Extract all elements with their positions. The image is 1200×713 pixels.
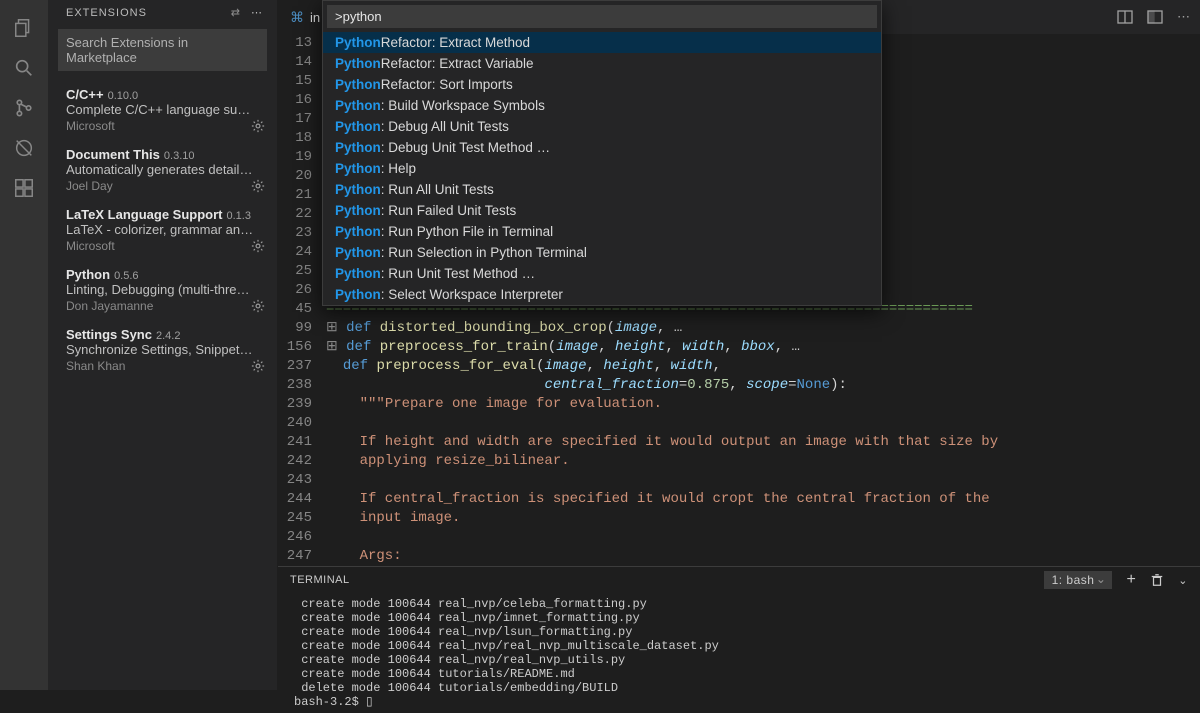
ext-publisher: Microsoft: [66, 239, 265, 253]
sidebar: EXTENSIONS ⇄ ⋯ Search Extensions in Mark…: [48, 0, 278, 690]
extension-item[interactable]: Document This 0.3.10Automatically generat…: [48, 141, 277, 201]
ext-publisher: Shan Khan: [66, 359, 265, 373]
command-palette-item[interactable]: Python: Run Failed Unit Tests: [323, 200, 881, 221]
tab-split-h-icon[interactable]: [1117, 9, 1133, 25]
ext-publisher: Don Jayamanne: [66, 299, 265, 313]
ext-version: 0.10.0: [108, 90, 139, 102]
tab-split-rect-icon[interactable]: [1147, 9, 1163, 25]
command-palette-item[interactable]: Python: Run Unit Test Method …: [323, 263, 881, 284]
ext-version: 0.3.10: [164, 150, 195, 162]
extension-item[interactable]: C/C++ 0.10.0Complete C/C++ language suppo…: [48, 81, 277, 141]
gear-icon[interactable]: [251, 179, 265, 193]
gear-icon[interactable]: [251, 299, 265, 313]
ext-description: Linting, Debugging (multi-thread…: [66, 282, 256, 297]
extensions-list: C/C++ 0.10.0Complete C/C++ language suppo…: [48, 81, 277, 690]
command-palette-list: Python Refactor: Extract MethodPython Re…: [323, 32, 881, 305]
sidebar-title: EXTENSIONS: [66, 7, 147, 19]
command-palette-input[interactable]: >python: [327, 5, 877, 28]
extension-item[interactable]: Python 0.5.6Linting, Debugging (multi-thr…: [48, 261, 277, 321]
terminal-header: TERMINAL 1: bash + ⌄: [278, 567, 1200, 593]
gear-icon[interactable]: [251, 359, 265, 373]
ext-name: C/C++: [66, 87, 104, 102]
command-palette-item[interactable]: Python: Run All Unit Tests: [323, 179, 881, 200]
terminal-body[interactable]: create mode 100644 real_nvp/celeba_forma…: [278, 593, 1200, 713]
editor-main: ⌘ in ⋯ >python Python Refactor: Extract …: [278, 0, 1200, 690]
ext-version: 2.4.2: [156, 330, 180, 342]
command-palette: >python Python Refactor: Extract MethodP…: [322, 0, 882, 306]
command-palette-item[interactable]: Python: Debug All Unit Tests: [323, 116, 881, 137]
command-palette-item[interactable]: Python Refactor: Extract Method: [323, 32, 881, 53]
terminal-new-icon[interactable]: +: [1126, 571, 1136, 589]
command-palette-item[interactable]: Python: Select Workspace Interpreter: [323, 284, 881, 305]
command-palette-item[interactable]: Python Refactor: Extract Variable: [323, 53, 881, 74]
sidebar-header: EXTENSIONS ⇄ ⋯: [48, 0, 277, 25]
ext-publisher: Joel Day: [66, 179, 265, 193]
ext-search-input[interactable]: Search Extensions in Marketplace: [58, 29, 267, 71]
extension-item[interactable]: Settings Sync 2.4.2Synchronize Settings, …: [48, 321, 277, 381]
ext-name: Document This: [66, 147, 160, 162]
ext-description: Automatically generates detailed…: [66, 162, 256, 177]
ext-description: LaTeX - colorizer, grammar and …: [66, 222, 256, 237]
command-palette-item[interactable]: Python: Debug Unit Test Method …: [323, 137, 881, 158]
terminal-title[interactable]: TERMINAL: [290, 574, 350, 586]
ext-name: Settings Sync: [66, 327, 152, 342]
ext-name: Python: [66, 267, 110, 282]
gear-icon[interactable]: [251, 239, 265, 253]
gear-icon[interactable]: [251, 119, 265, 133]
extension-item[interactable]: LaTeX Language Support 0.1.3LaTeX - color…: [48, 201, 277, 261]
command-palette-item[interactable]: Python Refactor: Sort Imports: [323, 74, 881, 95]
ext-publisher: Microsoft: [66, 119, 265, 133]
line-gutter: 1314151617181920212223242526459915623723…: [278, 34, 326, 566]
sidebar-more-icon[interactable]: ⋯: [251, 6, 263, 19]
terminal-kill-icon[interactable]: [1150, 573, 1164, 587]
command-palette-item[interactable]: Python: Help: [323, 158, 881, 179]
activity-files-icon[interactable]: [0, 8, 48, 48]
terminal-panel: TERMINAL 1: bash + ⌄ create mode 100644 …: [278, 566, 1200, 713]
terminal-chevron-down-icon[interactable]: ⌄: [1178, 574, 1188, 587]
activity-debug-icon[interactable]: [0, 128, 48, 168]
activity-bar: [0, 0, 48, 690]
activity-search-icon[interactable]: [0, 48, 48, 88]
activity-git-icon[interactable]: [0, 88, 48, 128]
ext-description: Complete C/C++ language suppo…: [66, 102, 256, 117]
activity-extensions-icon[interactable]: [0, 168, 48, 208]
ext-description: Synchronize Settings, Snippets, l…: [66, 342, 256, 357]
ext-version: 0.1.3: [227, 210, 251, 222]
python-file-icon: ⌘: [290, 9, 304, 26]
sidebar-filter-icon[interactable]: ⇄: [231, 6, 241, 19]
tab-overflow-icon[interactable]: ⋯: [1177, 9, 1190, 25]
terminal-select[interactable]: 1: bash: [1044, 571, 1113, 589]
tab-file-name: in: [310, 10, 320, 25]
ext-name: LaTeX Language Support: [66, 207, 223, 222]
command-palette-item[interactable]: Python: Run Selection in Python Terminal: [323, 242, 881, 263]
command-palette-item[interactable]: Python: Run Python File in Terminal: [323, 221, 881, 242]
command-palette-item[interactable]: Python: Build Workspace Symbols: [323, 95, 881, 116]
ext-version: 0.5.6: [114, 270, 138, 282]
